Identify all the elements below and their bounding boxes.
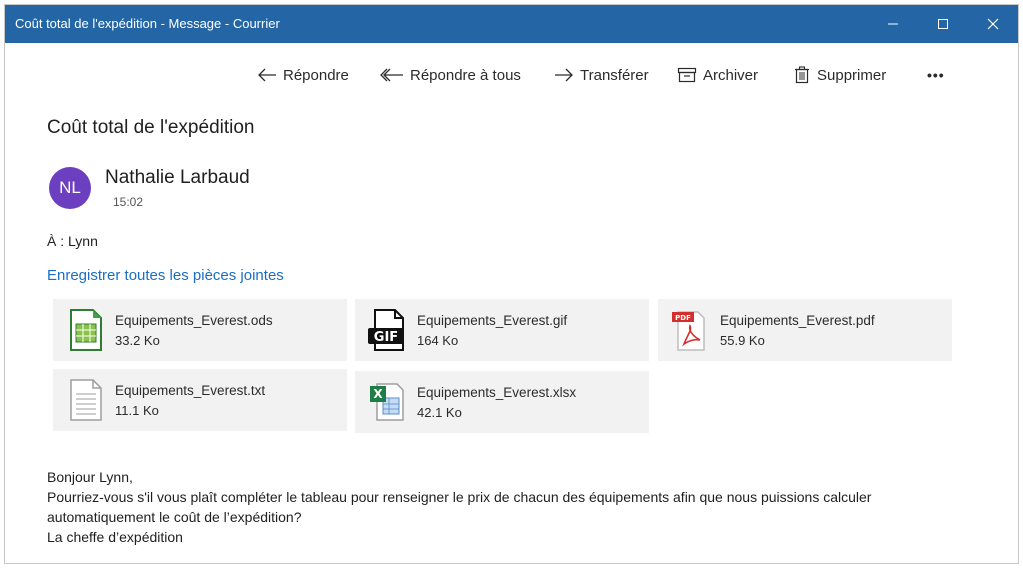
attachment-pdf[interactable]: PDF Equipements_Everest.pdf 55.9 Ko: [658, 299, 952, 361]
forward-label: Transférer: [580, 66, 649, 84]
maximize-icon: [938, 19, 948, 29]
message-subject: Coût total de l'expédition: [47, 117, 255, 138]
reply-button[interactable]: Répondre: [257, 57, 349, 93]
arrow-right-icon: [555, 68, 573, 82]
more-actions-button[interactable]: •••: [927, 57, 945, 93]
body-line: La cheffe d’expédition: [47, 529, 183, 545]
attachment-gif[interactable]: GIF Equipements_Everest.gif 164 Ko: [355, 299, 649, 361]
delete-label: Supprimer: [817, 66, 887, 84]
forward-button[interactable]: Transférer: [554, 57, 649, 93]
attachment-name: Equipements_Everest.txt: [115, 383, 266, 398]
attachment-name: Equipements_Everest.gif: [417, 313, 568, 328]
body-line: automatiquement le coût de l’expédition?: [47, 509, 302, 525]
attachment-name: Equipements_Everest.xlsx: [417, 385, 577, 400]
title-bar: Coût total de l'expédition - Message - C…: [5, 5, 1018, 43]
archive-icon: [677, 67, 697, 83]
arrow-left-icon: [258, 68, 276, 82]
window-title: Coût total de l'expédition - Message - C…: [15, 16, 280, 31]
archive-button[interactable]: Archiver: [677, 57, 758, 93]
delete-button[interactable]: Supprimer: [793, 57, 886, 93]
attachment-size: 164 Ko: [417, 333, 459, 348]
attachment-name: Equipements_Everest.pdf: [720, 313, 875, 328]
minimize-icon: [888, 23, 898, 25]
text-file-icon: [70, 379, 102, 421]
svg-text:X: X: [373, 387, 383, 401]
archive-label: Archiver: [703, 66, 759, 84]
minimize-button[interactable]: [868, 5, 918, 43]
attachment-txt[interactable]: Equipements_Everest.txt 11.1 Ko: [53, 369, 347, 431]
message-body: Bonjour Lynn, Pourriez-vous s'il vous pl…: [47, 467, 987, 547]
attachment-size: 55.9 Ko: [720, 333, 765, 348]
attachment-size: 11.1 Ko: [115, 403, 159, 418]
to-label: À :: [47, 233, 65, 249]
body-line: Pourriez-vous s'il vous plaît compléter …: [47, 489, 872, 505]
attachment-ods[interactable]: Equipements_Everest.ods 33.2 Ko: [53, 299, 347, 361]
gif-file-icon: GIF: [368, 309, 404, 351]
body-line: Bonjour Lynn,: [47, 469, 133, 485]
message-toolbar: Répondre Répondre à tous Transférer Arch…: [5, 57, 1018, 93]
reply-label: Répondre: [283, 66, 349, 84]
reply-all-label: Répondre à tous: [410, 66, 521, 84]
svg-text:PDF: PDF: [675, 314, 691, 322]
close-button[interactable]: [968, 5, 1018, 43]
attachment-size: 33.2 Ko: [115, 333, 160, 348]
recipient[interactable]: Lynn: [68, 233, 98, 249]
avatar: NL: [49, 167, 91, 209]
excel-file-icon: X: [370, 383, 404, 421]
reply-all-button[interactable]: Répondre à tous: [380, 57, 521, 93]
attachment-xlsx[interactable]: X Equipements_Everest.xlsx 42.1 Ko: [355, 371, 649, 433]
sender-name[interactable]: Nathalie Larbaud: [105, 167, 250, 189]
more-icon: •••: [927, 67, 945, 83]
maximize-button[interactable]: [918, 5, 968, 43]
double-arrow-left-icon: [380, 68, 403, 82]
spreadsheet-ods-icon: [70, 309, 102, 351]
attachment-size: 42.1 Ko: [417, 405, 462, 420]
mail-window: Coût total de l'expédition - Message - C…: [4, 4, 1019, 564]
close-icon: [987, 18, 999, 30]
trash-icon: [795, 66, 809, 84]
pdf-file-icon: PDF: [672, 311, 705, 351]
attachment-name: Equipements_Everest.ods: [115, 313, 273, 328]
save-all-attachments-link[interactable]: Enregistrer toutes les pièces jointes: [47, 267, 284, 284]
message-time: 15:02: [113, 195, 144, 209]
svg-text:GIF: GIF: [374, 330, 398, 345]
recipients-line: À : Lynn: [47, 233, 98, 249]
